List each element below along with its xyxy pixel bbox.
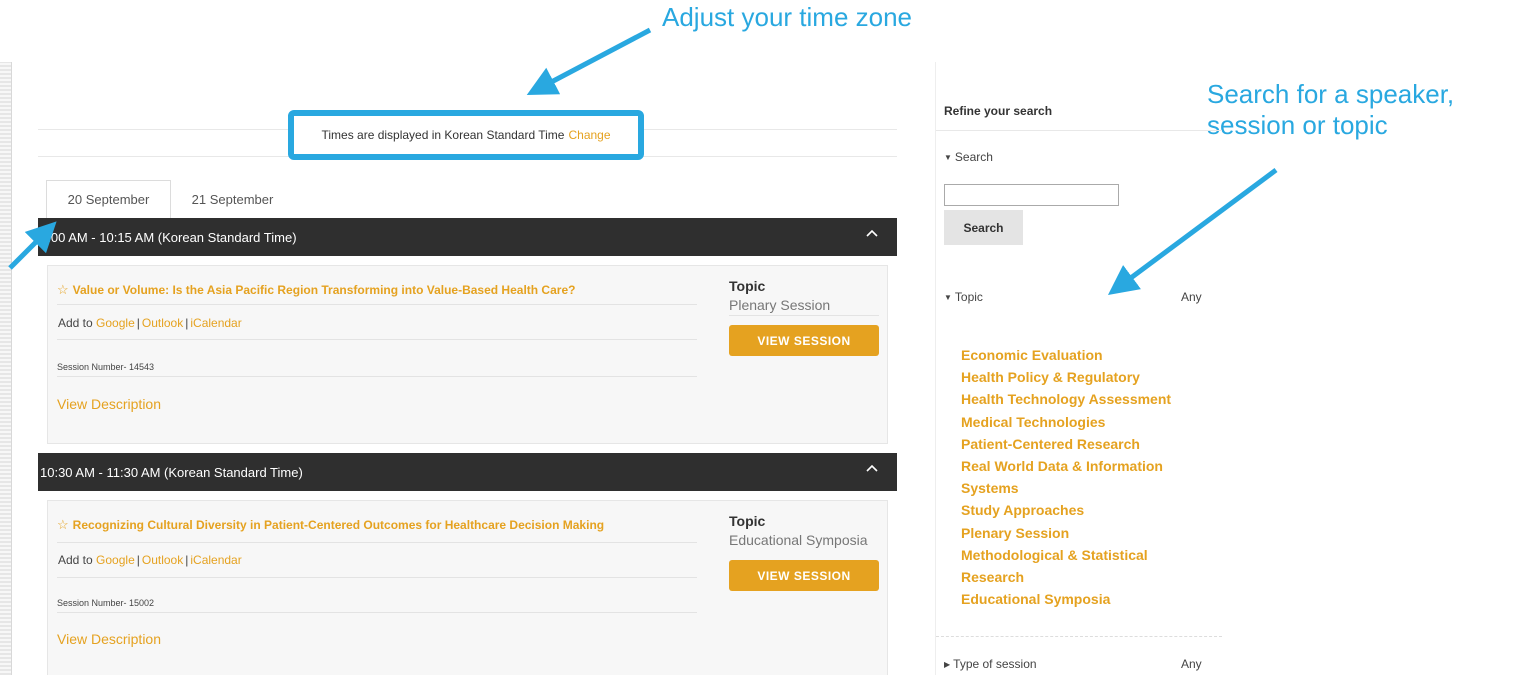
session-title[interactable]: ☆ Value or Volume: Is the Asia Pacific R…	[57, 282, 575, 298]
time-slot-body: ☆ Recognizing Cultural Diversity in Pati…	[38, 491, 897, 675]
search-section-toggle[interactable]: ▼ Search	[944, 150, 993, 164]
topic-filter-item[interactable]: Medical Technologies	[961, 411, 1191, 433]
google-calendar-link[interactable]: Google	[96, 316, 135, 330]
view-session-button[interactable]: VIEW SESSION	[729, 560, 879, 591]
view-description-link[interactable]: View Description	[57, 631, 161, 647]
session-number: Session Number- 15002	[57, 598, 155, 608]
google-calendar-link[interactable]: Google	[96, 553, 135, 567]
type-of-session-toggle[interactable]: ▶ Type of session	[944, 657, 1037, 671]
divider	[57, 577, 697, 578]
caret-down-icon: ▼	[944, 292, 952, 302]
change-timezone-link[interactable]: Change	[568, 128, 610, 142]
tab-20-september[interactable]: 20 September	[46, 180, 171, 218]
sidebar-rule	[936, 130, 1222, 131]
search-button[interactable]: Search	[944, 210, 1023, 245]
type-any-label: Any	[1181, 657, 1202, 671]
star-icon[interactable]: ☆	[57, 517, 69, 533]
topic-filter-item[interactable]: Educational Symposia	[961, 588, 1191, 610]
search-input[interactable]	[944, 184, 1119, 206]
time-slot-header[interactable]: 9:00 AM - 10:15 AM (Korean Standard Time…	[38, 218, 897, 256]
divider	[57, 376, 697, 377]
add-to-label: Add to	[58, 316, 93, 330]
caret-right-icon: ▶	[944, 659, 951, 669]
time-slot-body: ☆ Value or Volume: Is the Asia Pacific R…	[38, 256, 897, 453]
session-title-text[interactable]: Value or Volume: Is the Asia Pacific Reg…	[73, 283, 576, 297]
sidebar-title: Refine your search	[944, 104, 1053, 118]
topic-section-label: Topic	[954, 290, 983, 304]
star-icon[interactable]: ☆	[57, 282, 69, 298]
icalendar-link[interactable]: iCalendar	[190, 553, 241, 567]
arrow-timezone	[526, 27, 652, 95]
add-to-label: Add to	[58, 553, 93, 567]
divider	[57, 304, 697, 305]
topic-heading: Topic	[729, 278, 766, 294]
sidebar-dashed-rule	[936, 636, 1222, 637]
divider	[57, 542, 697, 543]
topic-filter-item[interactable]: Patient-Centered Research	[961, 433, 1191, 455]
view-description-link[interactable]: View Description	[57, 396, 161, 412]
outlook-calendar-link[interactable]: Outlook	[142, 316, 183, 330]
caret-down-icon: ▼	[944, 152, 952, 162]
topic-filter-item[interactable]: Economic Evaluation	[961, 344, 1191, 366]
topic-filter-item[interactable]: Methodological & Statistical Research	[961, 544, 1191, 588]
annotation-timezone: Adjust your time zone	[662, 2, 913, 32]
divider	[57, 612, 697, 613]
annotation-search: Search for a speaker, session or topic	[1207, 79, 1455, 140]
topic-value: Plenary Session	[729, 297, 879, 316]
chevron-up-icon[interactable]	[865, 462, 879, 476]
session-title[interactable]: ☆ Recognizing Cultural Diversity in Pati…	[57, 517, 604, 533]
chevron-up-icon[interactable]	[865, 227, 879, 241]
refine-search-sidebar: Refine your search ▼ Search Search ▼ Top…	[935, 62, 1222, 675]
search-section-label: Search	[954, 150, 993, 164]
topic-any-label: Any	[1181, 290, 1202, 304]
session-card: ☆ Recognizing Cultural Diversity in Pati…	[47, 500, 888, 675]
session-title-text[interactable]: Recognizing Cultural Diversity in Patien…	[73, 518, 604, 532]
tab-21-september[interactable]: 21 September	[171, 180, 299, 218]
time-slot-label: 9:00 AM - 10:15 AM (Korean Standard Time…	[40, 229, 297, 245]
topic-filter-list: Economic Evaluation Health Policy & Regu…	[961, 344, 1191, 610]
time-slot-label: 10:30 AM - 11:30 AM (Korean Standard Tim…	[40, 464, 303, 480]
session-number: Session Number- 14543	[57, 362, 155, 372]
topic-filter-item[interactable]: Study Approaches	[961, 499, 1191, 521]
topic-filter-item[interactable]: Plenary Session	[961, 522, 1191, 544]
page-left-edge	[0, 62, 12, 675]
time-slot-header[interactable]: 10:30 AM - 11:30 AM (Korean Standard Tim…	[38, 453, 897, 491]
icalendar-link[interactable]: iCalendar	[190, 316, 241, 330]
date-tabs: 20 September 21 September	[46, 180, 299, 218]
topic-section-toggle[interactable]: ▼ Topic	[944, 290, 983, 304]
topic-heading: Topic	[729, 513, 766, 529]
topic-value: Educational Symposia	[729, 532, 868, 548]
view-session-button[interactable]: VIEW SESSION	[729, 325, 879, 356]
topic-filter-item[interactable]: Real World Data & Information Systems	[961, 455, 1191, 499]
divider	[57, 339, 697, 340]
timezone-notice: Times are displayed in Korean Standard T…	[288, 110, 644, 160]
outlook-calendar-link[interactable]: Outlook	[142, 553, 183, 567]
topic-filter-item[interactable]: Health Technology Assessment	[961, 388, 1191, 410]
add-to-calendar: Add to Google | Outlook | iCalendar	[58, 316, 242, 330]
session-card: ☆ Value or Volume: Is the Asia Pacific R…	[47, 265, 888, 444]
timezone-text: Times are displayed in Korean Standard T…	[321, 128, 565, 142]
topic-filter-item[interactable]: Health Policy & Regulatory	[961, 366, 1191, 388]
type-of-session-label: Type of session	[953, 657, 1037, 671]
add-to-calendar: Add to Google | Outlook | iCalendar	[58, 553, 242, 567]
